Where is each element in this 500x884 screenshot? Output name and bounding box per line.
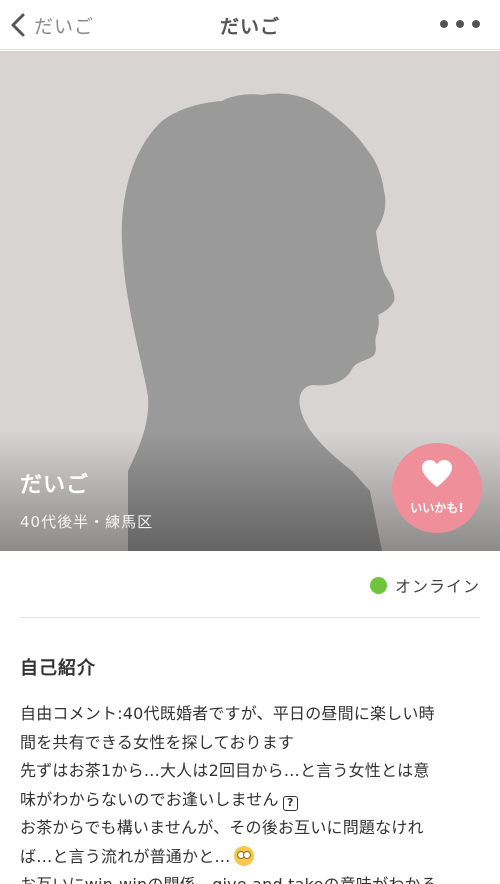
heart-icon [422,460,452,487]
intro-line: 味がわからないのでお逢いしません? [20,786,482,815]
intro-text: 自由コメント:40代既婚者ですが、平日の昼間に楽しい時 間を共有できる女性を探し… [20,700,482,884]
more-options-button[interactable] [440,14,480,34]
profile-photo[interactable]: だいご 40代後半・練馬区 いいかも! [0,51,500,551]
intro-section-title: 自己紹介 [20,658,96,679]
rolling-eyes-emoji-icon [233,845,254,866]
page-title: だいご [219,16,280,38]
top-navigation-bar: だいご だいご [0,0,500,50]
intro-line: 先ずはお茶1から…大人は2回目から…と言う女性とは意 [20,761,430,780]
online-indicator-icon [369,576,387,594]
profile-name: だいご [20,473,90,498]
question-mark-emoji-icon: ? [282,795,298,811]
more-horizontal-icon [440,20,448,28]
profile-age-location: 40代後半・練馬区 [20,513,154,531]
more-horizontal-icon-dot [472,20,480,28]
section-divider [20,617,480,618]
intro-line: 自由コメント:40代既婚者ですが、平日の昼間に楽しい時 [20,704,435,723]
intro-line: お茶からでも構いませんが、その後お互いに問題なけれ [20,818,424,837]
like-button-label: いいかも! [410,501,464,515]
intro-line: お互いにwin-winの関係、give and takeの意味がわかる [20,871,482,884]
intro-line: 間を共有できる女性を探しております [20,732,295,752]
like-button[interactable]: いいかも! [392,443,482,533]
more-horizontal-icon-dot [456,20,464,28]
online-status-label: オンライン [394,577,480,596]
online-status: オンライン [369,573,480,597]
intro-line: ば…と言う流れが普通かと… [20,843,482,872]
